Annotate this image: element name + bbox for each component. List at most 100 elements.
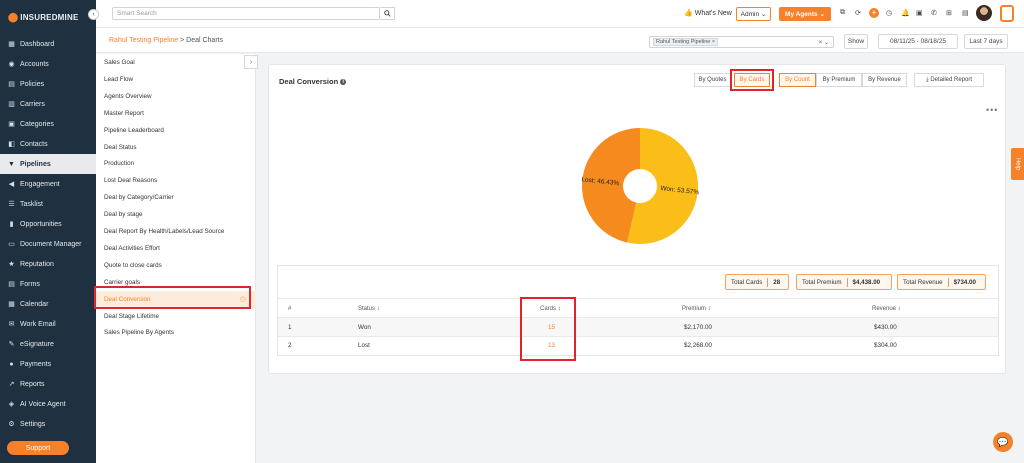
thumbs-up-icon: 👍 [684,10,693,17]
col-header-revenue[interactable]: Revenue ↕ [872,306,901,312]
tab-by-count-label: By Count [785,77,810,83]
tab-by-count[interactable]: By Count [779,73,816,87]
sidebar-item-reputation[interactable]: ★ Reputation [0,254,96,274]
report-item-quote-to-close-cards[interactable]: Quote to close cards [96,257,256,274]
admin-select[interactable]: Admin ⌄ [736,7,771,21]
tab-by-quotes-label: By Quotes [698,77,727,83]
folder-open-icon: ▭ [8,241,15,248]
report-item-deal-by-stage[interactable]: Deal by stage [96,206,256,223]
tab-by-revenue-label: By Revenue [868,77,901,83]
sidebar-collapse-button[interactable]: ‹ [88,9,99,20]
tag-close-icon[interactable]: × [712,39,715,45]
sidebar-item-tasklist[interactable]: ☰ Tasklist [0,194,96,214]
date-range-picker[interactable]: 08/11/25 - 08/18/25 [878,34,958,49]
row-1-premium: $2,170.00 [684,324,713,331]
add-icon[interactable]: + [869,8,879,18]
total-premium-label: Total Premium [802,278,842,286]
calendar-icon[interactable]: ▤ [962,9,969,17]
report-item-label: Sales Goal [104,59,135,66]
sidebar-item-work-email[interactable]: ✉ Work Email [0,314,96,334]
report-item-deal-by-category-carrier[interactable]: Deal by Category/Carrier [96,189,256,206]
info-icon[interactable]: i [340,79,347,86]
tab-by-premium[interactable]: By Premium [816,73,862,87]
sidebar-item-policies[interactable]: ▤ Policies [0,74,96,94]
report-item-sales-goal[interactable]: Sales Goal [96,54,256,71]
help-tab[interactable]: Help [1011,148,1024,180]
refresh-icon[interactable]: ⟳ [855,9,861,17]
brand-logo[interactable]: ⬤ INSUREDMINE [0,0,96,34]
sidebar-item-document-manager[interactable]: ▭ Document Manager [0,234,96,254]
phone-icon[interactable]: ✆ [931,9,937,17]
total-premium-box: Total Premium $4,438.00 [796,274,892,290]
report-item-sales-pipeline-by-agents[interactable]: Sales Pipeline By Agents [96,324,256,341]
sidebar-item-label: Accounts [20,60,49,68]
report-item-pipeline-leaderboard[interactable]: Pipeline Leaderboard [96,122,256,139]
report-item-label: Deal by Category/Carrier [104,194,174,202]
bell-icon[interactable]: 🔔 [901,9,910,17]
row-1-status: Won [358,324,371,331]
sidebar-item-pipelines[interactable]: ▼ Pipelines [0,154,96,174]
report-item-lead-flow[interactable]: Lead Flow [96,71,256,88]
sidebar-item-opportunities[interactable]: ▮ Opportunities [0,214,96,234]
grid-apps-icon[interactable]: ⊞ [946,9,952,17]
breadcrumb-separator: > [180,37,185,44]
sidebar-item-dashboard[interactable]: ▦ Dashboard [0,34,96,54]
report-item-lost-deal-reasons[interactable]: Lost Deal Reasons [96,172,256,189]
whats-new-label: What's New [694,10,732,17]
search-button[interactable] [380,7,395,20]
sidebar-item-label: Payments [20,360,52,368]
sidebar-item-label: Settings [20,420,46,428]
row-1-revenue: $430.00 [874,324,897,331]
report-item-deal-activities-effort[interactable]: Deal Activities Effort [96,240,256,257]
report-item-deal-status[interactable]: Deal Status [96,139,256,156]
sidebar-item-engagement[interactable]: ◀ Engagement [0,174,96,194]
brand-app-icon[interactable] [1000,5,1014,22]
detailed-report-button[interactable]: ⤓ Detailed Report [914,73,984,87]
sidebar-item-label: AI Voice Agent [20,400,66,408]
gear-icon: ⚙ [8,421,15,428]
support-button[interactable]: Support [7,441,69,455]
avatar[interactable] [976,5,992,21]
report-item-deal-stage-lifetime[interactable]: Deal Stage Lifetime [96,308,256,325]
tab-by-quotes[interactable]: By Quotes [694,73,731,87]
chat-icon[interactable]: 💬 [993,432,1013,452]
report-item-master-report[interactable]: Master Report [96,105,256,122]
my-agents-button[interactable]: My Agents ⌄ [779,7,831,21]
clear-chevron-icon[interactable]: × ⌄ [819,39,829,46]
sidebar-item-settings[interactable]: ⚙ Settings [0,414,96,434]
clock-icon[interactable]: ◷ [886,9,892,17]
sidebar-item-contacts[interactable]: ◧ Contacts [0,134,96,154]
report-item-label: Deal Stage Lifetime [104,312,159,320]
reports-panel-toggle[interactable]: › [244,55,258,69]
show-button[interactable]: Show [844,34,868,49]
report-item-production[interactable]: Production [96,155,256,172]
total-revenue-label: Total Revenue [903,278,943,286]
sidebar-item-forms[interactable]: ▤ Forms [0,274,96,294]
sidebar-item-calendar[interactable]: ▦ Calendar [0,294,96,314]
whats-new-link[interactable]: 👍 What's New [684,9,732,17]
search-icon [383,10,391,17]
report-item-label: Lost Deal Reasons [104,177,158,185]
chart-menu-icon[interactable]: ••• [986,105,998,115]
my-agents-label: My Agents [785,10,818,18]
report-item-deal-report-by-health-labels-lead-source[interactable]: Deal Report By Health/Labels/Lead Source [96,223,256,240]
sidebar-item-accounts[interactable]: ◉ Accounts [0,54,96,74]
tab-by-revenue[interactable]: By Revenue [862,73,907,87]
sidebar-item-ai-voice-agent[interactable]: ◈ AI Voice Agent [0,394,96,414]
col-header-status[interactable]: Status ↕ [358,306,380,312]
report-item-agents-overview[interactable]: Agents Overview [96,88,256,105]
sidebar-item-categories[interactable]: ▣ Categories [0,114,96,134]
breadcrumb-pipeline-link[interactable]: Rahul Testing Pipeline [109,37,178,44]
sidebar-item-reports[interactable]: ↗ Reports [0,374,96,394]
filter-icon: ▼ [8,160,15,168]
search-input[interactable]: Smart Search [112,7,380,20]
date-preset-select[interactable]: Last 7 days [964,34,1008,49]
sidebar-item-esignature[interactable]: ✎ eSignature [0,334,96,354]
col-header-premium[interactable]: Premium ↕ [682,306,711,312]
external-link-icon[interactable]: ⧉ [840,9,845,17]
sidebar-item-payments[interactable]: ● Payments [0,354,96,374]
notification-icon[interactable]: ▣ [916,9,923,17]
report-item-label: Master Report [104,109,144,117]
sidebar-item-carriers[interactable]: ▥ Carriers [0,94,96,114]
pipeline-select[interactable]: Rahul Testing Pipeline × × ⌄ [649,36,834,48]
